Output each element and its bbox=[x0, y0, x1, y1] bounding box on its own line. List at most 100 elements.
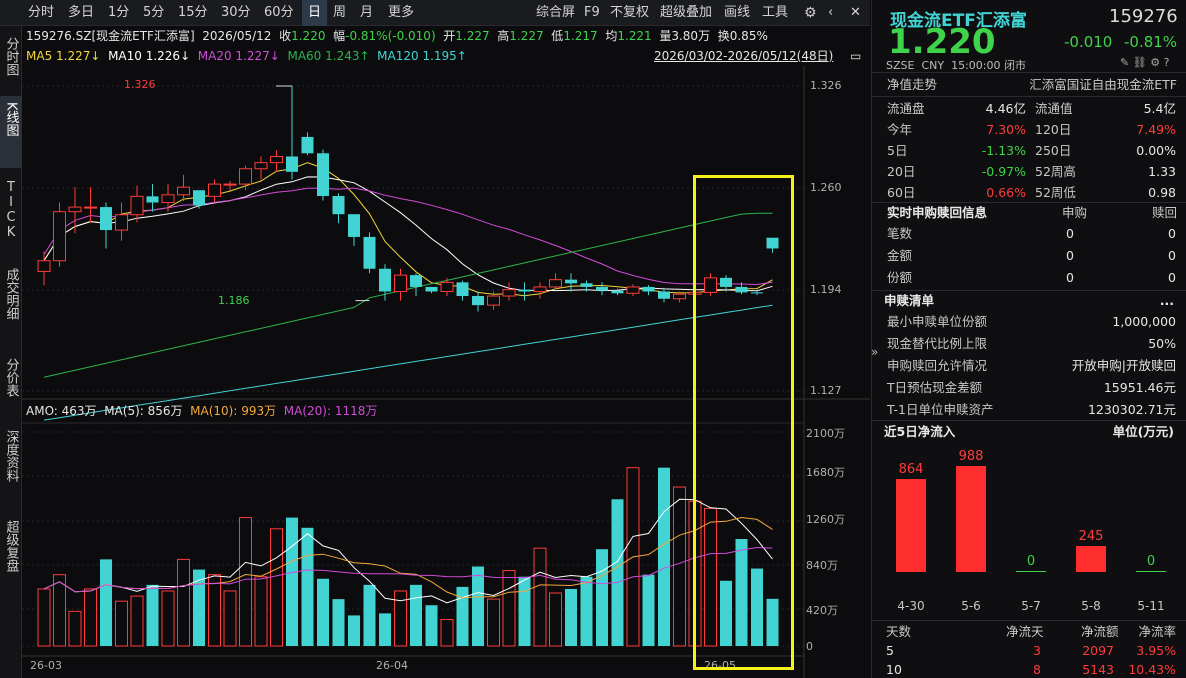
redeem-label: 最小申赎单位份额 bbox=[887, 314, 988, 329]
tab-depth-info[interactable]: 深度资料 bbox=[0, 426, 22, 506]
inflow-amount: 5143 bbox=[1082, 662, 1114, 677]
tab-trade-details[interactable]: 成交明细 bbox=[0, 264, 22, 344]
close-icon[interactable]: ✕ bbox=[844, 0, 867, 26]
redeem-value: 50% bbox=[1148, 336, 1176, 351]
candle-body bbox=[161, 194, 175, 203]
candle-body bbox=[348, 214, 360, 237]
inflow-rate: 10.43% bbox=[1128, 662, 1176, 677]
expand-icon[interactable]: ▭ bbox=[850, 46, 861, 66]
stat-value: 7.49% bbox=[1136, 122, 1176, 137]
candle-body bbox=[611, 290, 624, 294]
volume-bar bbox=[348, 615, 360, 646]
vol-tick-4: 840万 bbox=[806, 559, 838, 572]
inflow-days: 5 bbox=[886, 643, 894, 658]
ma60-legend: MA60 1.243↑ bbox=[287, 49, 370, 63]
period-tab-30min[interactable]: 30分 bbox=[215, 0, 257, 26]
period-tab-multiday[interactable]: 多日 bbox=[62, 0, 100, 26]
inflow-bar-value: 864 bbox=[898, 462, 924, 478]
period-tab-15min[interactable]: 15分 bbox=[172, 0, 214, 26]
price-tick-2: 1.260 bbox=[810, 181, 842, 194]
link-icon[interactable]: ⛓ bbox=[1133, 56, 1147, 69]
f9-button[interactable]: F9 bbox=[578, 0, 606, 26]
volume-bar bbox=[270, 528, 283, 647]
stat-label: 20日 bbox=[887, 164, 916, 179]
tab-kline-chart[interactable]: K线图 bbox=[0, 96, 22, 168]
tab-tick[interactable]: TICK bbox=[0, 176, 22, 256]
period-tab-more[interactable]: 更多 bbox=[382, 0, 420, 26]
current-price: 1.220 bbox=[888, 22, 996, 62]
volume-bar bbox=[68, 610, 82, 647]
fund-code: 159276 bbox=[1109, 6, 1178, 27]
volume-bar bbox=[673, 486, 686, 647]
redeem-label: 现金替代比例上限 bbox=[887, 336, 988, 351]
candle-body bbox=[254, 162, 268, 170]
inflow-days: 10 bbox=[886, 662, 902, 677]
draw-line-button[interactable]: 画线 bbox=[718, 0, 756, 26]
volume-bar bbox=[472, 566, 484, 646]
volume-bar bbox=[611, 499, 624, 646]
date-tick-2: 26-04 bbox=[376, 659, 408, 672]
candle-body bbox=[208, 183, 221, 197]
ma120-legend: MA120 1.195↑ bbox=[377, 49, 467, 63]
gear-icon[interactable]: ⚙ bbox=[798, 0, 823, 26]
settings-icon[interactable]: ⚙ bbox=[1150, 56, 1160, 69]
overlay-button[interactable]: 超级叠加 bbox=[654, 0, 718, 26]
period-tab-week[interactable]: 周 bbox=[327, 0, 352, 26]
composite-screen-button[interactable]: 综合屏 bbox=[530, 0, 581, 26]
market-status-line: SZSE CNY 15:00:00 闭市 bbox=[886, 59, 1026, 72]
period-tab-intraday[interactable]: 分时 bbox=[22, 0, 60, 26]
amo-value: AMO: 463万 bbox=[26, 404, 97, 418]
stat-value: 0.98 bbox=[1148, 185, 1176, 200]
nav-trend-row[interactable]: 净值走势 汇添富国证自由现金流ETF bbox=[887, 74, 1177, 95]
inflow-date: 5-6 bbox=[961, 599, 981, 613]
tab-price-table[interactable]: 分价表 bbox=[0, 354, 22, 416]
period-tab-day[interactable]: 日 bbox=[302, 0, 328, 26]
more-icon[interactable]: ... bbox=[1160, 290, 1174, 311]
ma5-legend: MA5 1.227↓ bbox=[26, 49, 101, 63]
stat-label: 60日 bbox=[887, 185, 916, 200]
redeem-value: 1,000,000 bbox=[1112, 314, 1176, 329]
period-tab-month[interactable]: 月 bbox=[354, 0, 379, 26]
candle-body bbox=[239, 168, 252, 185]
help-icon[interactable]: ? bbox=[1164, 56, 1170, 69]
realtime-label: 笔数 bbox=[887, 226, 913, 241]
volume-bar bbox=[286, 517, 298, 646]
volume-bar bbox=[37, 588, 51, 647]
candle-body bbox=[301, 136, 314, 154]
chevron-left-icon[interactable]: ‹ bbox=[822, 0, 839, 26]
candle-body bbox=[53, 211, 66, 262]
candle-body bbox=[68, 206, 82, 213]
volume-bar bbox=[410, 584, 422, 646]
stat-label: 250日 bbox=[1035, 143, 1072, 158]
period-tab-60min[interactable]: 60分 bbox=[258, 0, 300, 26]
period-toolbar: 分时 多日 1分 5分 15分 30分 60分 日 周 月 更多 综合屏 F9 … bbox=[0, 0, 870, 26]
period-tab-5min[interactable]: 5分 bbox=[137, 0, 170, 26]
stat-label: 52周高 bbox=[1035, 164, 1076, 179]
volume-bar bbox=[301, 527, 314, 646]
no-adjust-button[interactable]: 不复权 bbox=[604, 0, 655, 26]
quote-date: 2026/05/12 bbox=[202, 29, 272, 43]
redeem-label: 申购赎回允许情况 bbox=[887, 358, 988, 373]
edit-icon[interactable]: ✎ bbox=[1120, 56, 1129, 69]
price-change-pct: -0.81% bbox=[1124, 33, 1178, 51]
panel-collapse-icon[interactable]: » bbox=[871, 345, 883, 359]
vol-tick-1: 2100万 bbox=[806, 427, 845, 440]
realtime-buy: 0 bbox=[1066, 270, 1074, 285]
candle-body bbox=[440, 281, 454, 292]
inflow-bar-value: 245 bbox=[1078, 528, 1104, 544]
candle-body bbox=[130, 195, 144, 216]
volume-bar bbox=[317, 578, 329, 646]
period-tab-1min[interactable]: 1分 bbox=[102, 0, 135, 26]
tab-intraday-chart[interactable]: 分时图 bbox=[0, 34, 22, 90]
volume-bar bbox=[565, 588, 577, 646]
volume-bar bbox=[518, 576, 531, 646]
tab-super-review[interactable]: 超级复盘 bbox=[0, 516, 22, 596]
inflow-bar bbox=[1136, 571, 1166, 572]
stat-value: 0.66% bbox=[986, 185, 1026, 200]
volume-bar bbox=[100, 559, 112, 646]
tools-button[interactable]: 工具 bbox=[756, 0, 794, 26]
date-range-label: 2026/03/02-2026/05/12(48日) bbox=[654, 49, 834, 63]
stat-value: 7.30% bbox=[986, 122, 1026, 137]
volume-bar bbox=[254, 576, 268, 647]
stat-label: 120日 bbox=[1035, 122, 1072, 137]
